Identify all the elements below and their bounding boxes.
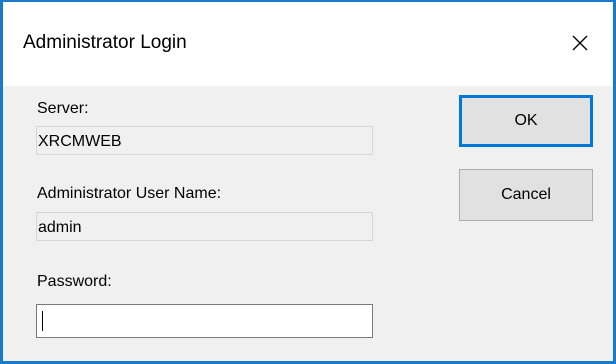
ok-button[interactable]: OK (459, 95, 593, 147)
server-label: Server: (37, 100, 89, 117)
close-button[interactable] (557, 20, 603, 66)
password-label: Password: (37, 273, 112, 290)
password-input[interactable] (36, 304, 373, 338)
dialog-window: Administrator Login Server: XRCMWEB Admi… (0, 0, 616, 364)
text-cursor (42, 311, 43, 331)
window-title: Administrator Login (23, 32, 187, 53)
cancel-button[interactable]: Cancel (459, 169, 593, 221)
title-bar[interactable]: Administrator Login (3, 2, 613, 86)
username-field: admin (36, 212, 373, 241)
server-field: XRCMWEB (36, 126, 373, 155)
username-label: Administrator User Name: (37, 185, 222, 202)
close-icon (572, 35, 588, 51)
